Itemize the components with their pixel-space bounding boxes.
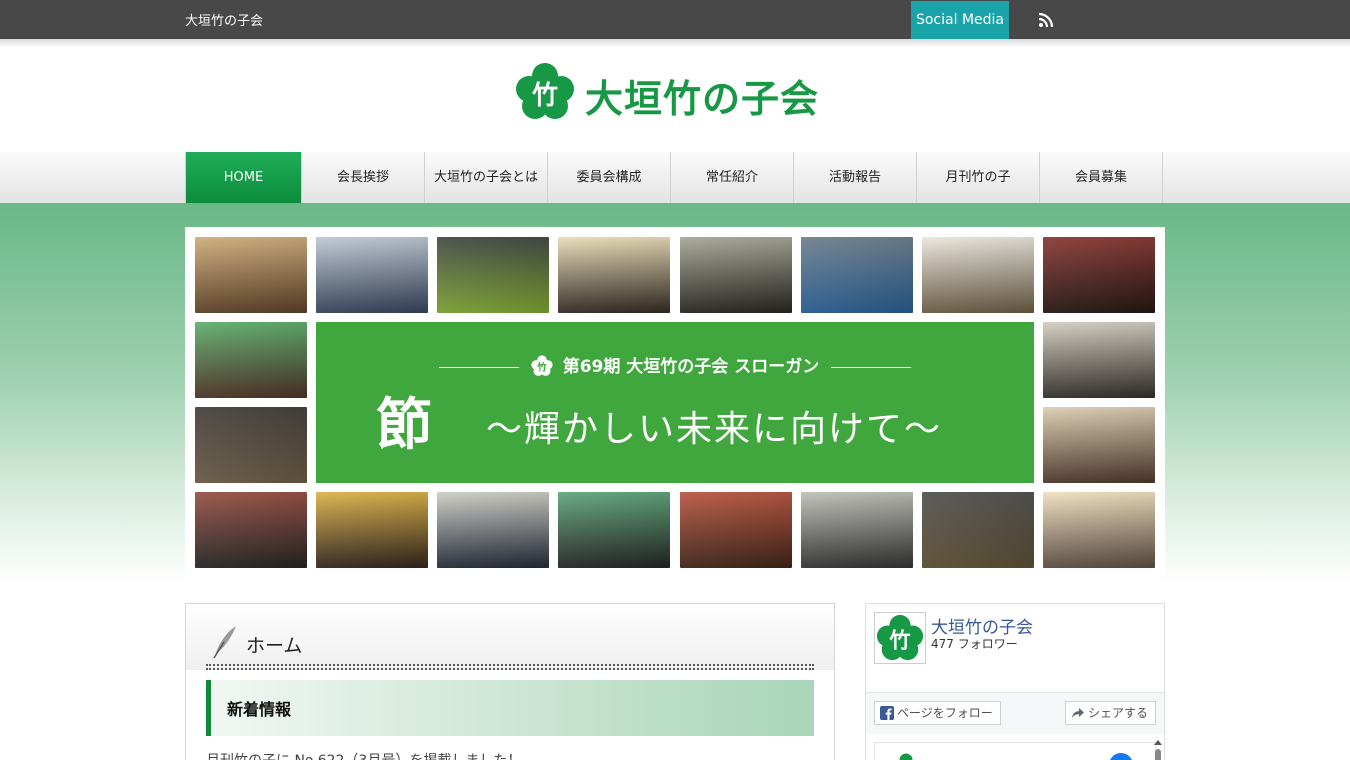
event-photo (1043, 237, 1155, 313)
widget-scrollbar[interactable] (1154, 740, 1162, 760)
rss-icon[interactable] (1038, 12, 1054, 28)
event-photo (195, 237, 307, 313)
share-button[interactable]: シェアする (1064, 701, 1156, 725)
svg-text:竹: 竹 (536, 361, 547, 373)
facebook-action-bar: ページをフォロー シェアする (866, 692, 1164, 734)
news-section-header: 新着情報 (206, 680, 814, 736)
scroll-thumb[interactable] (1155, 749, 1161, 760)
follow-page-label: ページをフォロー (897, 706, 993, 720)
nav-item-activity[interactable]: 活動報告 (794, 152, 917, 203)
event-photo (558, 237, 670, 313)
event-photo (437, 237, 549, 313)
facebook-icon (880, 706, 894, 720)
slogan-banner[interactable]: 竹 第69期 大垣竹の子会 スローガン 節 ～輝かしい未来に向けて～ (316, 322, 1034, 483)
nav-item-officers[interactable]: 常任紹介 (671, 152, 794, 203)
topbar-shadow (0, 39, 1350, 47)
title-divider (206, 664, 814, 670)
facebook-post-preview[interactable] (874, 742, 1156, 760)
site-logo[interactable]: 竹 大垣竹の子会 (515, 62, 835, 124)
facebook-widget: 竹 大垣竹の子会 477 フォロワー ページをフォロー シェアする (865, 603, 1165, 760)
news-section-title: 新着情報 (227, 700, 292, 719)
bamboo-logo-icon (899, 753, 913, 760)
nav-item-greeting[interactable]: 会長挨拶 (302, 152, 425, 203)
share-icon (1071, 708, 1084, 718)
nav-item-recruit[interactable]: 会員募集 (1040, 152, 1163, 203)
quill-icon (213, 626, 236, 659)
page-title: ホーム (246, 635, 303, 657)
event-photo (1043, 322, 1155, 398)
event-photo (680, 237, 792, 313)
event-photo (1043, 492, 1155, 568)
news-item[interactable]: 月刊竹の子に No.622（3月号）を掲載しました！ (206, 750, 521, 760)
banner-kanji: 節 (376, 392, 432, 458)
banner-headline-text: 第69期 大垣竹の子会 スローガン (562, 357, 820, 377)
nav-item-home[interactable]: HOME (185, 152, 302, 203)
event-photo (922, 492, 1034, 568)
event-photo (316, 492, 428, 568)
social-media-button[interactable]: Social Media (911, 1, 1009, 39)
main-content: ホーム 新着情報 月刊竹の子に No.622（3月号）を掲載しました！ (185, 603, 835, 760)
share-label: シェアする (1087, 706, 1148, 720)
bamboo-logo-icon: 竹 (531, 355, 553, 376)
page-avatar[interactable]: 竹 (874, 612, 926, 664)
event-photo (680, 492, 792, 568)
facebook-logo-icon (1109, 753, 1133, 760)
event-photo (801, 492, 913, 568)
event-photo (801, 237, 913, 313)
event-photo (195, 407, 307, 483)
page-header: ホーム (186, 604, 834, 670)
nav-item-monthly[interactable]: 月刊竹の子 (917, 152, 1040, 203)
svg-text:竹: 竹 (888, 628, 910, 653)
event-photo (1043, 407, 1155, 483)
event-photo (437, 492, 549, 568)
banner-slogan: ～輝かしい未来に向けて～ (486, 409, 943, 450)
follow-page-button[interactable]: ページをフォロー (874, 701, 1001, 725)
svg-text:竹: 竹 (531, 81, 558, 111)
event-photo (316, 237, 428, 313)
main-nav: HOME 会長挨拶 大垣竹の子会とは 委員会構成 常任紹介 活動報告 月刊竹の子… (0, 152, 1350, 203)
nav-item-about[interactable]: 大垣竹の子会とは (425, 152, 548, 203)
event-photo (195, 322, 307, 398)
event-photo (922, 237, 1034, 313)
follower-count: 477 フォロワー (931, 637, 1018, 651)
top-bar: 大垣竹の子会 Social Media (0, 0, 1350, 39)
event-photo (558, 492, 670, 568)
headline-rule-left (438, 366, 519, 368)
bamboo-logo-icon: 竹 (516, 63, 574, 119)
banner-headline: 竹 第69期 大垣竹の子会 スローガン (316, 352, 1034, 377)
logo-text: 大垣竹の子会 (585, 76, 820, 121)
nav-item-committees[interactable]: 委員会構成 (548, 152, 671, 203)
scroll-up-icon[interactable] (1154, 740, 1162, 745)
hero-collage: 竹 第69期 大垣竹の子会 スローガン 節 ～輝かしい未来に向けて～ (185, 227, 1165, 577)
site-name[interactable]: 大垣竹の子会 (185, 10, 263, 29)
headline-rule-right (831, 366, 912, 368)
event-photo (195, 492, 307, 568)
